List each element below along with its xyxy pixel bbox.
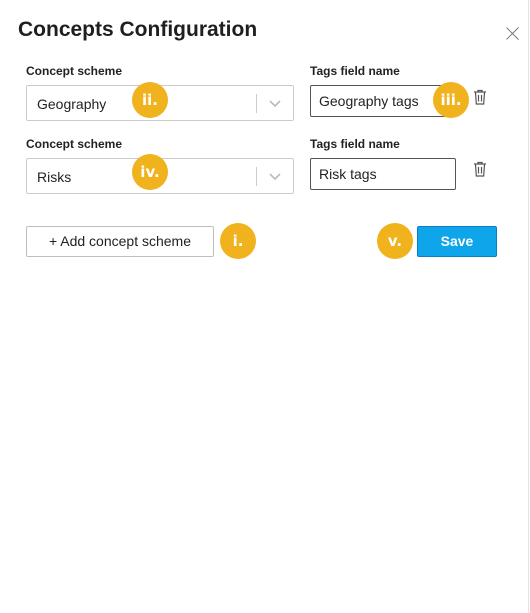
panel-title: Concepts Configuration [18,18,258,41]
callout-badge-iii: iii. [433,82,469,118]
concept-scheme-label: Concept scheme [26,64,123,78]
chevron-down-icon[interactable] [267,95,283,111]
chevron-down-icon[interactable] [267,168,283,184]
trash-icon[interactable] [473,161,487,177]
save-button[interactable]: Save [417,226,497,257]
select-divider [256,94,257,113]
trash-icon[interactable] [473,89,487,105]
callout-badge-iv: iv. [132,154,168,190]
tags-field-name-label: Tags field name [310,137,400,151]
callout-badge-i: i. [220,223,256,259]
add-concept-scheme-button[interactable]: + Add concept scheme [26,226,214,257]
concepts-configuration-panel: Concepts Configuration Concept scheme Ge… [0,0,529,613]
callout-badge-ii: ii. [132,82,168,118]
select-divider [256,167,257,186]
tags-field-input-risks[interactable]: Risk tags [310,158,456,190]
callout-badge-v: v. [377,223,413,259]
concept-scheme-value: Risks [37,169,72,185]
tags-field-name-label: Tags field name [310,64,400,78]
close-icon[interactable] [505,26,521,42]
concept-scheme-label: Concept scheme [26,137,123,151]
concept-scheme-value: Geography [37,96,107,112]
